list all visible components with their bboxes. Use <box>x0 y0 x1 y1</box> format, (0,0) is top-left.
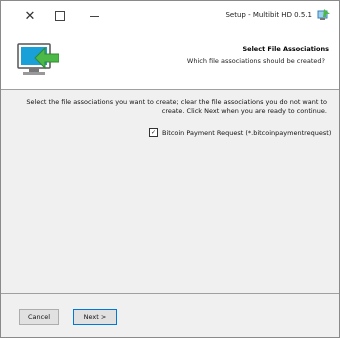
setup-app-icon <box>317 9 330 20</box>
cancel-button[interactable]: Cancel <box>19 309 59 325</box>
instructions-text: Select the file associations you want to… <box>26 98 327 115</box>
maximize-icon <box>55 11 65 21</box>
wizard-footer: Cancel Next > <box>1 294 339 337</box>
close-button[interactable]: ✕ <box>19 5 41 27</box>
window-title-area: Setup - Multibit HD 0.5.1 <box>225 8 331 22</box>
title-bar[interactable]: ✕ Setup - Multibit HD 0.5.1 <box>1 1 339 31</box>
window-title: Setup - Multibit HD 0.5.1 <box>225 11 312 19</box>
wizard-body: Select the file associations you want to… <box>1 90 339 289</box>
file-association-option[interactable]: ✓ Bitcoin Payment Request (*.bitcoinpaym… <box>149 128 331 137</box>
checkmark-icon: ✓ <box>150 129 157 136</box>
close-icon: ✕ <box>24 8 36 24</box>
page-title: Select File Associations <box>242 45 329 53</box>
maximize-button[interactable] <box>49 5 71 27</box>
minimize-button[interactable] <box>83 5 105 27</box>
setup-window: ✕ Setup - Multibit HD 0.5.1 Select File … <box>0 0 340 338</box>
association-label[interactable]: Bitcoin Payment Request (*.bitcoinpaymen… <box>162 129 331 137</box>
next-button[interactable]: Next > <box>73 309 117 325</box>
install-computer-icon <box>17 43 59 75</box>
minimize-icon <box>89 15 99 17</box>
association-checkbox[interactable]: ✓ <box>149 128 158 137</box>
page-subtitle: Which file associations should be create… <box>186 57 325 65</box>
wizard-header: Select File Associations Which file asso… <box>1 31 339 90</box>
